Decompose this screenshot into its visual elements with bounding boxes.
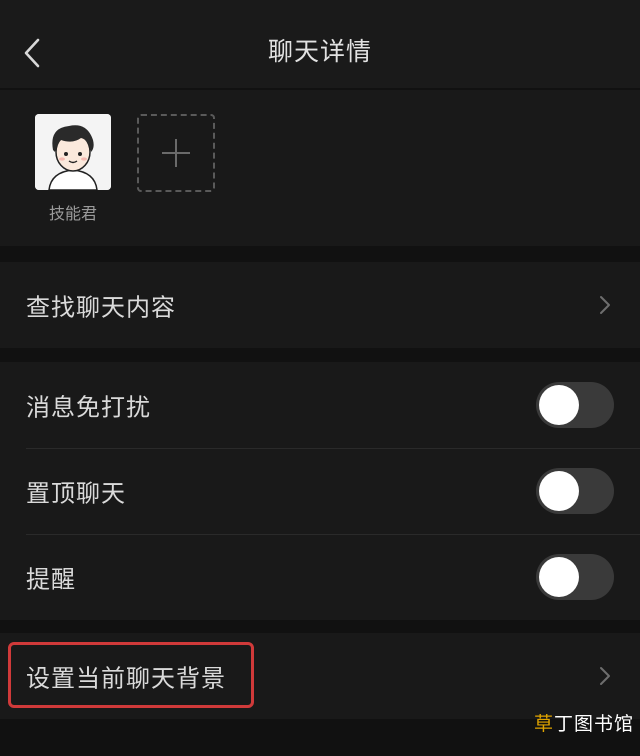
search-section: 查找聊天内容 [0, 262, 640, 348]
mute-notifications-row: 消息免打扰 [0, 362, 640, 448]
reminder-toggle[interactable] [536, 554, 614, 600]
toggle-knob [539, 385, 579, 425]
toggle-knob [539, 557, 579, 597]
set-chat-background-label: 设置当前聊天背景 [26, 664, 226, 693]
avatar[interactable] [35, 114, 111, 190]
chevron-right-icon [600, 667, 610, 685]
page-title: 聊天详情 [267, 37, 372, 66]
pin-chat-row: 置顶聊天 [0, 448, 640, 534]
background-section: 设置当前聊天背景 [0, 633, 640, 719]
members-section: 技能君 [0, 90, 640, 246]
watermark: 草丁图书馆 [534, 709, 634, 736]
reminder-row: 提醒 [0, 534, 640, 620]
toggle-section: 消息免打扰 置顶聊天 提醒 [0, 362, 640, 620]
cartoon-boy-avatar-icon [35, 114, 111, 190]
toggle-knob [539, 471, 579, 511]
plus-icon [162, 139, 190, 167]
set-chat-background-row[interactable]: 设置当前聊天背景 [0, 633, 640, 719]
chevron-right-icon [600, 296, 610, 314]
add-member-button[interactable] [137, 114, 215, 192]
reminder-label: 提醒 [26, 565, 76, 594]
mute-notifications-label: 消息免打扰 [26, 393, 151, 422]
watermark-accent: 草 [533, 713, 554, 735]
search-chat-content-row[interactable]: 查找聊天内容 [0, 262, 640, 348]
pin-chat-toggle[interactable] [536, 468, 614, 514]
search-chat-content-label: 查找聊天内容 [26, 293, 176, 322]
pin-chat-label: 置顶聊天 [26, 479, 126, 508]
watermark-text: 丁图书馆 [553, 713, 634, 735]
nav-bar: 聊天详情 [0, 0, 640, 88]
member-name: 技能君 [48, 204, 97, 223]
mute-notifications-toggle[interactable] [536, 382, 614, 428]
